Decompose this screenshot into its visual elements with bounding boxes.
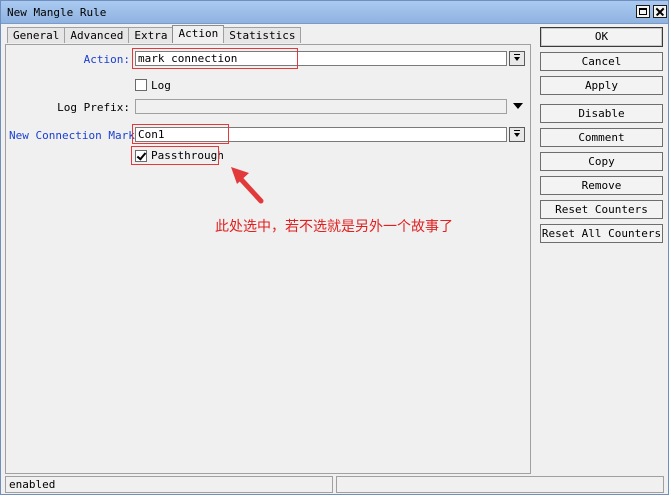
tab-bar: General Advanced Extra Action Statistics: [7, 25, 302, 44]
mangle-rule-window: New Mangle Rule General Advanced Extra A…: [0, 0, 669, 495]
reset-counters-button[interactable]: Reset Counters: [540, 200, 663, 219]
apply-button[interactable]: Apply: [540, 76, 663, 95]
cancel-button[interactable]: Cancel: [540, 52, 663, 71]
new-connection-mark-dropdown-icon[interactable]: [509, 127, 525, 142]
copy-button[interactable]: Copy: [540, 152, 663, 171]
log-label: Log: [151, 79, 171, 92]
log-prefix-input[interactable]: [135, 99, 507, 114]
window-title: New Mangle Rule: [7, 6, 107, 19]
status-bar: enabled: [5, 476, 333, 493]
title-bar[interactable]: New Mangle Rule: [1, 1, 668, 24]
close-icon[interactable]: [653, 5, 667, 18]
disable-button[interactable]: Disable: [540, 104, 663, 123]
status-bar-secondary: [336, 476, 664, 493]
new-connection-mark-label: New Connection Mark:: [9, 129, 142, 142]
tab-advanced[interactable]: Advanced: [64, 27, 130, 43]
reset-all-counters-button[interactable]: Reset All Counters: [540, 224, 663, 243]
ok-button[interactable]: OK: [540, 27, 663, 47]
action-label: Action:: [83, 53, 130, 66]
action-dropdown-icon[interactable]: [509, 51, 525, 66]
log-checkbox[interactable]: [135, 79, 147, 91]
maximize-icon[interactable]: [636, 5, 650, 18]
tab-general[interactable]: General: [7, 27, 66, 43]
comment-button[interactable]: Comment: [540, 128, 663, 147]
action-highlight-box: [132, 48, 298, 69]
log-prefix-dropdown-icon[interactable]: [513, 103, 523, 109]
annotation-arrow-icon: [231, 167, 264, 204]
log-prefix-label: Log Prefix:: [57, 101, 130, 114]
passthrough-highlight-box: [131, 146, 219, 165]
tab-statistics[interactable]: Statistics: [223, 27, 302, 43]
connection-mark-highlight-box: [132, 124, 229, 144]
remove-button[interactable]: Remove: [540, 176, 663, 195]
tab-action[interactable]: Action: [172, 25, 225, 43]
annotation-text: 此处选中，若不选就是另外一个故事了: [215, 219, 453, 235]
tab-extra[interactable]: Extra: [128, 27, 174, 43]
